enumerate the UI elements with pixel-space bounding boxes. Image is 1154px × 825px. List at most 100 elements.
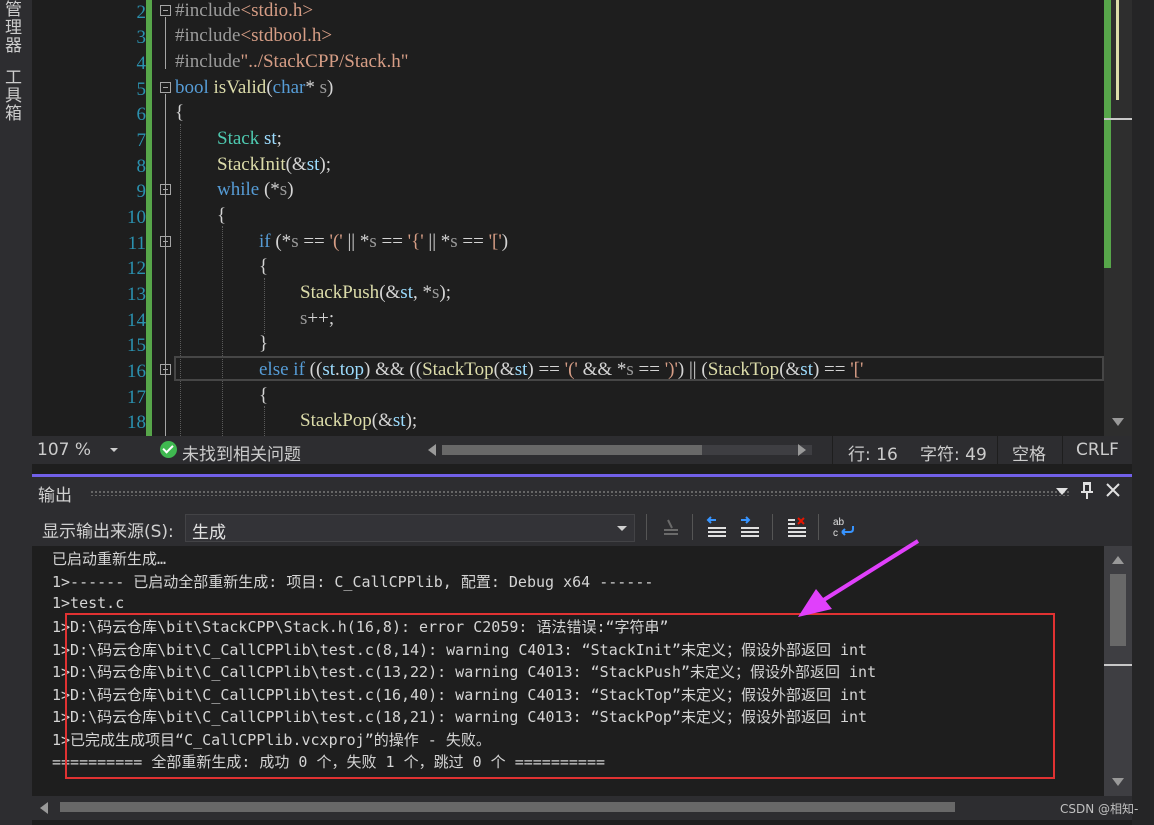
- code-line: {: [259, 256, 269, 277]
- indent-guide: [180, 124, 181, 436]
- scrollbar-position-marker: [1104, 664, 1132, 666]
- char-indicator[interactable]: 字符: 49: [920, 440, 987, 465]
- line-number: 2: [136, 2, 147, 23]
- indent-guide: [222, 226, 223, 436]
- whitespace-indicator[interactable]: 空格: [1012, 440, 1046, 465]
- scroll-right-icon[interactable]: [798, 444, 806, 456]
- output-source-label: 显示输出来源(S):: [42, 522, 174, 542]
- scroll-up-icon[interactable]: [1112, 556, 1124, 564]
- horizontal-scroll-thumb[interactable]: [442, 445, 702, 455]
- line-number: 15: [127, 335, 146, 356]
- output-source-value: 生成: [192, 523, 226, 543]
- line-number: 16: [127, 361, 146, 382]
- divider: [1062, 436, 1063, 464]
- scrollbar-position-marker: [1104, 118, 1132, 120]
- vertical-scroll-thumb[interactable]: [1110, 574, 1126, 646]
- editor-status-bar: 107 % 未找到相关问题 行: 16 字符: 49 空格 CRLF: [32, 436, 1132, 465]
- line-ending-indicator[interactable]: CRLF: [1076, 440, 1119, 460]
- code-line: bool isValid(char* s): [175, 77, 334, 98]
- svg-text:ab: ab: [833, 517, 845, 528]
- output-vertical-scrollbar[interactable]: [1104, 546, 1132, 796]
- output-toolbar: 显示输出来源(S): 生成 ab c: [32, 508, 1132, 546]
- line-number: 9: [136, 181, 147, 202]
- output-line: 已启动重新生成…: [52, 550, 167, 568]
- pin-icon[interactable]: [1079, 479, 1095, 506]
- line-number: 3: [136, 27, 147, 48]
- line-indicator[interactable]: 行: 16: [848, 440, 898, 465]
- line-number: 12: [127, 258, 146, 279]
- line-number: 6: [136, 104, 147, 125]
- go-to-next-message-icon[interactable]: [737, 514, 763, 540]
- toolbar-separator: [772, 514, 773, 540]
- window-position-dropdown-icon[interactable]: [1056, 488, 1068, 495]
- code-line: Stack st;: [217, 128, 282, 149]
- line-number: 4: [136, 53, 147, 74]
- line-number: 13: [127, 284, 146, 305]
- line-number: 5: [136, 79, 147, 100]
- no-issues-check-icon: [160, 441, 177, 458]
- code-line: else if ((st.top) && ((StackTop(&st) == …: [259, 359, 864, 380]
- line-number: 11: [127, 233, 146, 254]
- fold-toggle-icon[interactable]: [160, 82, 171, 93]
- fold-toggle-icon[interactable]: [160, 5, 171, 16]
- code-editor[interactable]: 2 3 4 5 6 7 8 9 10 11 12 13 14 15 16 17 …: [32, 0, 1132, 436]
- code-line: {: [217, 205, 227, 226]
- scroll-down-icon[interactable]: [1112, 418, 1124, 426]
- right-panel-edge: [1132, 0, 1154, 825]
- code-line: s++;: [300, 308, 335, 329]
- code-line: #include<stdio.h>: [175, 0, 314, 21]
- close-icon[interactable]: [1104, 481, 1122, 504]
- line-number: 17: [127, 387, 146, 408]
- code-line: if (*s == '(' || *s == '{' || *s == '['): [259, 231, 509, 252]
- code-line: }: [259, 333, 269, 354]
- code-line: while (*s): [217, 179, 294, 200]
- toolbar-separator: [692, 514, 693, 540]
- code-line: StackPush(&st, *s);: [300, 282, 451, 303]
- toolbox-tab[interactable]: 工具箱: [0, 68, 24, 122]
- fold-line: [165, 94, 166, 436]
- output-text-area[interactable]: 已启动重新生成… 1>------ 已启动全部重新生成: 项目: C_CallC…: [32, 546, 1104, 796]
- output-line: 1>test.c: [52, 594, 125, 612]
- code-line: StackInit(&st);: [217, 154, 332, 175]
- change-tracking-bar: [146, 0, 152, 436]
- line-number: 10: [127, 207, 146, 228]
- line-number-gutter: 2 3 4 5 6 7 8 9 10 11 12 13 14 15 16 17 …: [32, 0, 154, 436]
- line-number: 8: [136, 156, 147, 177]
- toolbar-separator: [646, 514, 647, 540]
- scrollbar-marker: [1116, 0, 1119, 100]
- annotation-arrow-icon: [798, 539, 920, 617]
- editor-vertical-scrollbar[interactable]: [1104, 0, 1132, 436]
- chevron-down-icon: [617, 526, 627, 531]
- output-pane-titlebar: 输出: [32, 474, 1132, 508]
- code-line: {: [259, 385, 269, 406]
- code-line: {: [175, 102, 185, 123]
- line-number: 14: [127, 310, 146, 331]
- scrollbar-change-map: [1104, 0, 1111, 268]
- horizontal-scroll-thumb[interactable]: [60, 802, 955, 812]
- line-number: 18: [127, 412, 146, 433]
- left-tool-strip: 管理器 工具箱: [0, 0, 32, 825]
- code-line: StackPop(&st);: [300, 410, 418, 431]
- divider: [832, 436, 833, 464]
- indent-guide: [264, 278, 265, 334]
- scroll-left-icon[interactable]: [40, 802, 48, 814]
- scroll-down-icon[interactable]: [1112, 778, 1124, 786]
- go-to-previous-message-icon[interactable]: [704, 514, 730, 540]
- output-horizontal-scrollbar[interactable]: [32, 796, 1132, 820]
- code-line: #include<stdbool.h>: [175, 25, 333, 46]
- indent-guide: [264, 406, 265, 436]
- line-number: 7: [136, 130, 147, 151]
- issues-status[interactable]: 未找到相关问题: [182, 440, 301, 465]
- output-source-select[interactable]: 生成: [185, 514, 635, 543]
- zoom-level[interactable]: 107 %: [37, 440, 91, 460]
- scroll-left-icon[interactable]: [428, 444, 436, 456]
- titlebar-grip[interactable]: [90, 490, 1070, 496]
- find-message-in-code-icon[interactable]: [658, 514, 684, 540]
- zoom-dropdown-icon[interactable]: [110, 448, 118, 452]
- solution-explorer-tab[interactable]: 管理器: [0, 0, 24, 54]
- divider: [997, 436, 998, 464]
- fold-line: [165, 17, 166, 69]
- output-pane-title: 输出: [38, 486, 72, 506]
- code-line: #include"../StackCPP/Stack.h": [175, 51, 409, 72]
- watermark: CSDN @相知-: [1060, 802, 1139, 816]
